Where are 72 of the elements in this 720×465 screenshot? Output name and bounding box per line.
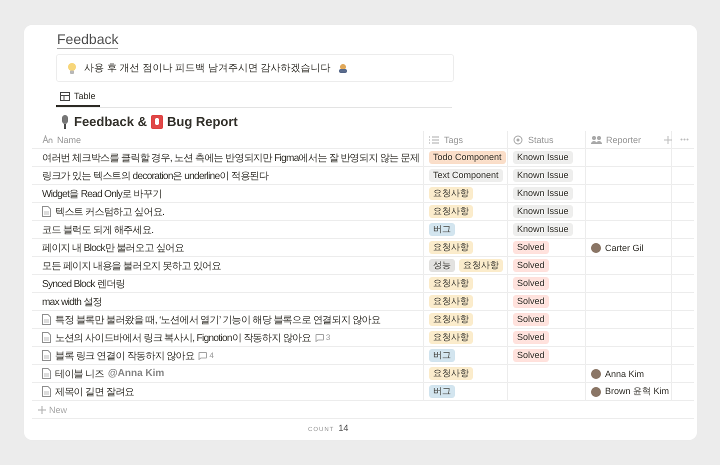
tag: 요청사항 <box>429 295 473 308</box>
status-tag: Solved <box>513 277 549 290</box>
text-type-icon <box>42 134 53 144</box>
plus-icon <box>38 406 46 414</box>
status-tag: Known Issue <box>513 169 573 182</box>
status-tag: Solved <box>513 331 549 344</box>
status-tag: Solved <box>513 295 549 308</box>
status-tag: Known Issue <box>513 223 573 236</box>
tag: 성능 <box>429 259 455 272</box>
callout-text: 사용 후 개선 점이나 피드백 남겨주시면 감사하겠습니다 <box>84 62 331 75</box>
tag: Text Component <box>429 169 503 182</box>
status-tag: Solved <box>513 349 549 362</box>
comment-icon <box>198 352 208 360</box>
comment-icon <box>314 334 324 342</box>
lightbulb-icon <box>67 62 77 74</box>
tag: 요청사항 <box>429 277 473 290</box>
row-title[interactable]: 특정 블록만 불러왔을 때, ‘노션에서 열기’ 기능이 해당 블록으로 연결되지 않아요 <box>55 312 380 326</box>
view-tab[interactable]: Table <box>56 88 100 107</box>
tag: 버그 <box>429 385 455 398</box>
status-tag: Known Issue <box>513 187 573 200</box>
microphone-icon <box>60 114 70 128</box>
siren-icon <box>150 114 163 128</box>
comment-number: 4 <box>209 351 214 360</box>
row-title[interactable]: 페이지 내 Block만 불러오고 싶어요 <box>42 240 184 254</box>
column-label: Status <box>528 134 554 144</box>
database-title: Bug Report <box>166 114 238 129</box>
status-tag: Solved <box>513 259 549 272</box>
row-title[interactable]: max width 설정 <box>42 294 102 308</box>
table-icon <box>60 92 70 100</box>
row-title[interactable]: 코드 블럭도 되게 해주세요. <box>42 222 154 236</box>
tag: 버그 <box>429 349 455 362</box>
plus-icon <box>664 136 672 144</box>
column-label: Reporter <box>606 134 642 144</box>
tag: 요청사항 <box>429 187 473 200</box>
status-icon <box>513 134 524 144</box>
database-title: Feedback & <box>74 114 147 129</box>
status-tag: Solved <box>513 241 549 254</box>
reporter-name: Anna Kim <box>605 368 644 378</box>
status-tag: Known Issue <box>513 151 573 164</box>
row-title[interactable]: 노션의 사이드바에서 링크 복사시, Fignotion이 작동하지 않아요 <box>55 330 311 344</box>
row-title[interactable]: 테이블 니즈 <box>55 366 104 380</box>
status-tag: Known Issue <box>513 205 573 218</box>
reporter-name: Brown 윤혁 Kim <box>605 385 670 398</box>
row-title[interactable]: 텍스트 커스텀하고 싶어요. <box>55 204 164 218</box>
tag: 요청사항 <box>429 241 473 254</box>
tag: 버그 <box>429 223 455 236</box>
count-value: 14 <box>338 423 348 433</box>
row-title[interactable]: Widget을 Read Only로 바꾸기 <box>42 186 162 200</box>
tag: 요청사항 <box>429 367 473 380</box>
column-label: Name <box>57 134 82 144</box>
tag: Todo Component <box>429 151 506 164</box>
tag: 요청사항 <box>429 205 473 218</box>
list-icon <box>429 134 440 144</box>
person-icon <box>338 63 348 73</box>
column-label: Tags <box>444 134 464 144</box>
page-title: Feedback <box>57 31 118 49</box>
tag: 요청사항 <box>429 331 473 344</box>
avatar <box>591 242 601 252</box>
people-icon <box>591 134 602 144</box>
row-title[interactable]: 여러번 체크박스를 클릭할 경우, 노션 측에는 반영되지만 Figma에서는 잘 반영되지 않는 문제 <box>42 150 420 164</box>
comment-number: 3 <box>326 333 330 342</box>
tag: 요청사항 <box>429 313 473 326</box>
more-icon <box>680 138 689 141</box>
row-title[interactable]: 모든 페이지 내용을 불러오지 못하고 있어요 <box>42 258 221 272</box>
row-title[interactable]: Synced Block 렌더링 <box>42 276 125 290</box>
tag: 요청사항 <box>459 259 503 272</box>
mention-link[interactable]: @Anna Kim <box>108 368 164 379</box>
reporter-name: Carter Gil <box>605 242 644 252</box>
row-title[interactable]: 제목이 길면 잘려요 <box>55 384 134 398</box>
status-tag: Solved <box>513 313 549 326</box>
row-title[interactable]: 링크가 있는 텍스트의 decoration은 underline이 적용된다 <box>42 168 268 182</box>
row-title[interactable]: 블록 링크 연결이 작동하지 않아요 <box>55 348 194 362</box>
